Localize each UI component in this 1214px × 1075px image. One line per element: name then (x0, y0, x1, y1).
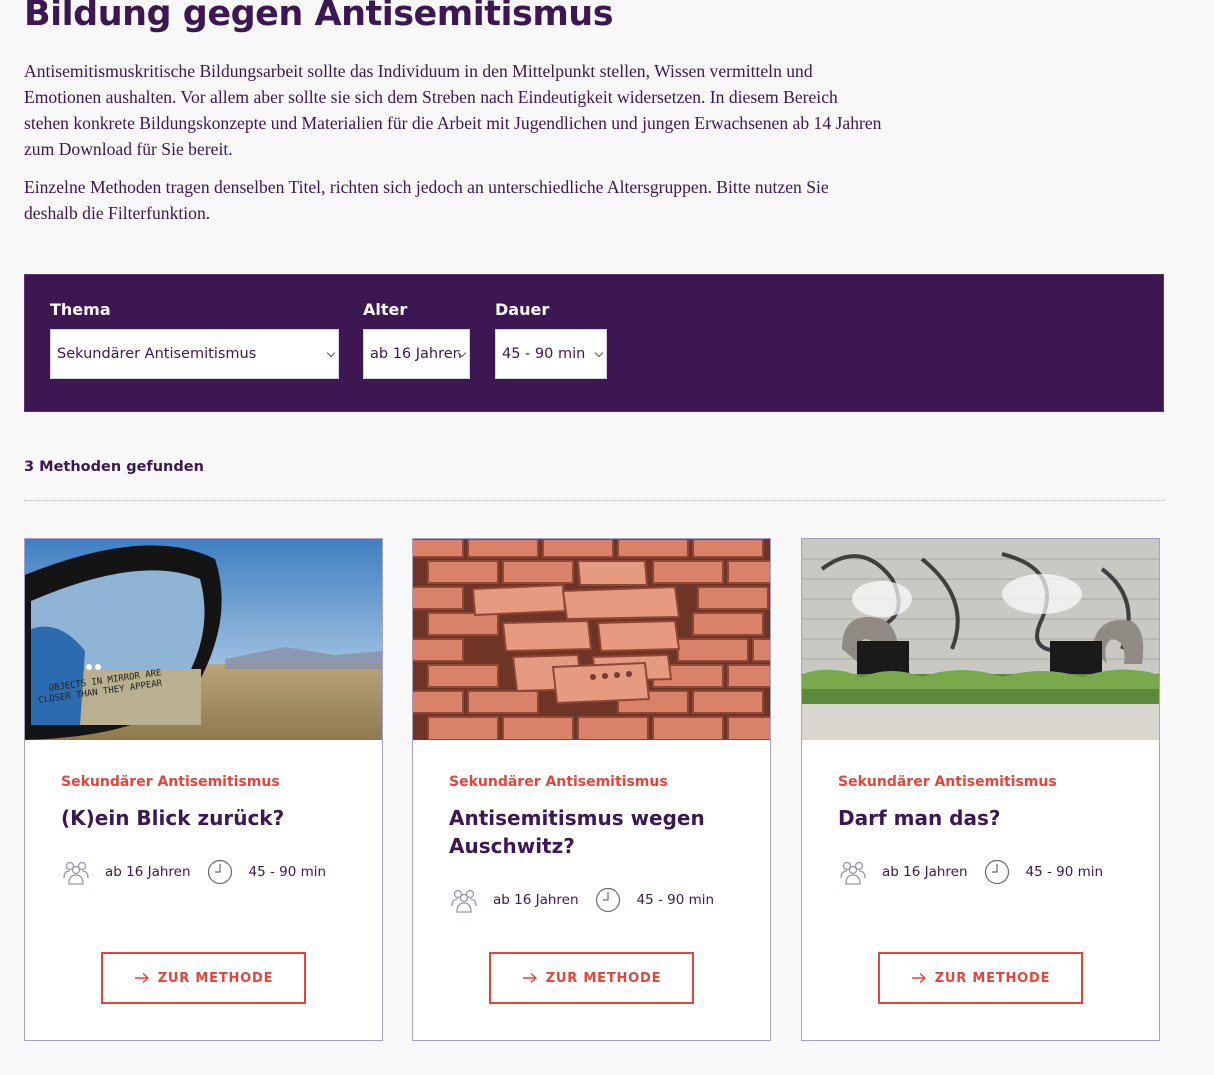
method-card: Sekundärer Antisemitismus Antisemitismus… (412, 538, 771, 1041)
filter-alter-label: Alter (363, 300, 408, 319)
chevron-down-icon (594, 348, 604, 358)
alter-select-value: ab 16 Jahren (370, 346, 462, 362)
filter-dauer-label: Dauer (495, 300, 550, 319)
zur-methode-button[interactable]: ZUR METHODE (101, 952, 306, 1004)
zur-methode-label: ZUR METHODE (157, 970, 274, 986)
card-title[interactable]: Darf man das? (838, 804, 1138, 832)
zur-methode-button[interactable]: ZUR METHODE (489, 952, 694, 1004)
card-title[interactable]: Antisemitismus wegen Auschwitz? (449, 804, 749, 860)
card-duration: 45 - 90 min (248, 864, 327, 880)
card-age: ab 16 Jahren (882, 864, 968, 880)
card-category: Sekundärer Antisemitismus (449, 774, 668, 790)
card-image-mirror: OBJECTS IN MIRROR ARE CLOSER THAN THEY A… (25, 539, 382, 740)
arrow-right-icon (911, 972, 926, 984)
filter-thema: Thema Sekundärer Antisemitismus (50, 300, 339, 379)
arrow-right-icon (134, 972, 149, 984)
zur-methode-label: ZUR METHODE (545, 970, 662, 986)
filter-thema-label: Thema (50, 300, 111, 319)
card-age: ab 16 Jahren (105, 864, 191, 880)
arrow-right-icon (522, 972, 537, 984)
clock-icon (207, 859, 232, 885)
clock-icon (595, 887, 620, 913)
card-category: Sekundärer Antisemitismus (838, 774, 1057, 790)
result-count: 3 Methoden gefunden (24, 459, 204, 475)
chevron-down-icon (326, 348, 336, 358)
card-duration: 45 - 90 min (636, 892, 715, 908)
intro-paragraph: Antisemitismuskritische Bildungsarbeit s… (24, 61, 882, 159)
card-image-graffiti (802, 539, 1159, 740)
zur-methode-button[interactable]: ZUR METHODE (878, 952, 1083, 1004)
card-meta: ab 16 Jahren 45 - 90 min (838, 857, 1103, 887)
group-icon (451, 889, 477, 913)
group-icon (63, 861, 89, 885)
clock-icon (984, 859, 1009, 885)
card-meta: ab 16 Jahren 45 - 90 min (61, 857, 326, 887)
divider (24, 500, 1164, 501)
card-age: ab 16 Jahren (493, 892, 579, 908)
intro-paragraph: Einzelne Methoden tragen denselben Titel… (24, 177, 829, 223)
method-card: OBJECTS IN MIRROR ARE CLOSER THAN THEY A… (24, 538, 383, 1041)
dauer-select[interactable]: 45 - 90 min (495, 329, 607, 379)
thema-select-value: Sekundärer Antisemitismus (57, 346, 257, 362)
card-meta: ab 16 Jahren 45 - 90 min (449, 885, 714, 915)
card-title[interactable]: (K)ein Blick zurück? (61, 804, 361, 832)
group-icon (840, 861, 866, 885)
intro-text: Antisemitismuskritische Bildungsarbeit s… (24, 58, 884, 226)
filter-bar: Thema Sekundärer Antisemitismus Alter ab… (24, 274, 1164, 412)
alter-select[interactable]: ab 16 Jahren (363, 329, 470, 379)
method-card: Sekundärer Antisemitismus Darf man das? … (801, 538, 1160, 1041)
filter-dauer: Dauer 45 - 90 min (495, 300, 607, 379)
card-image-bricks (413, 539, 770, 740)
card-category: Sekundärer Antisemitismus (61, 774, 280, 790)
thema-select[interactable]: Sekundärer Antisemitismus (50, 329, 339, 379)
card-duration: 45 - 90 min (1025, 864, 1104, 880)
filter-alter: Alter ab 16 Jahren (363, 300, 470, 379)
page-title: Bildung gegen Antisemitismus (24, 0, 614, 34)
dauer-select-value: 45 - 90 min (502, 346, 586, 362)
zur-methode-label: ZUR METHODE (934, 970, 1051, 986)
